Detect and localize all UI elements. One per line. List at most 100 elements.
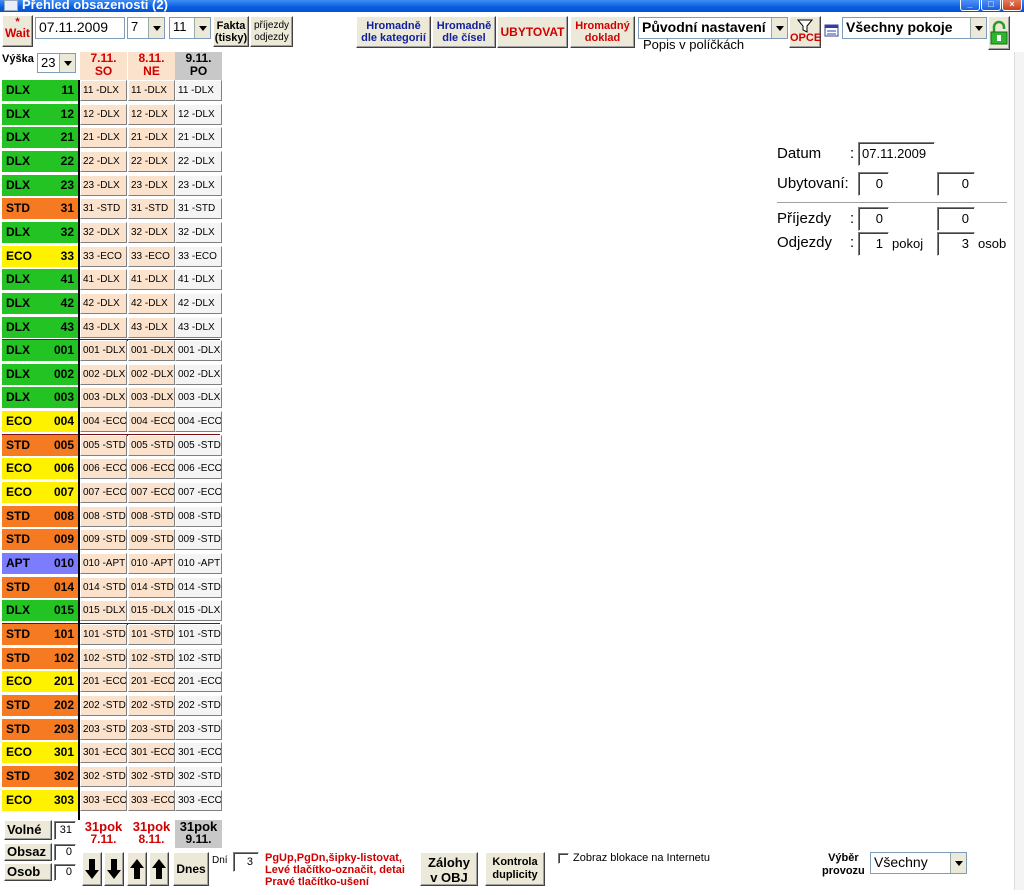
room-row-label[interactable]: STD 102 (2, 648, 78, 670)
arrow-up-button[interactable] (127, 852, 147, 886)
room-day-cell[interactable]: 43 -DLX (128, 317, 175, 338)
room-day-cell[interactable]: 11 -DLX (175, 80, 222, 101)
ubytovat-button[interactable]: UBYTOVAT (497, 16, 568, 48)
room-day-cell[interactable]: 006 -ECO (128, 458, 175, 479)
room-day-cell[interactable]: 22 -DLX (175, 151, 222, 172)
room-day-cell[interactable]: 41 -DLX (80, 269, 127, 290)
room-day-cell[interactable]: 12 -DLX (80, 104, 127, 125)
room-row-label[interactable]: DLX 12 (2, 104, 78, 126)
room-day-cell[interactable]: 33 -ECO (128, 246, 175, 267)
room-day-cell[interactable]: 21 -DLX (80, 127, 127, 148)
room-day-cell[interactable]: 203 -STD (80, 719, 127, 740)
room-day-cell[interactable]: 42 -DLX (128, 293, 175, 314)
lock-button[interactable] (988, 16, 1010, 50)
room-row-label[interactable]: DLX 003 (2, 387, 78, 409)
room-row-label[interactable]: DLX 32 (2, 222, 78, 244)
room-day-cell[interactable]: 014 -STD (175, 577, 222, 598)
room-day-cell[interactable]: 33 -ECO (175, 246, 222, 267)
arrow-up-2-button[interactable] (149, 852, 169, 886)
room-day-cell[interactable]: 201 -ECO (128, 671, 175, 692)
nastaveni-select[interactable]: Původní nastavení (638, 17, 788, 39)
room-day-cell[interactable]: 005 -STD (175, 435, 222, 456)
prijezdy-odjezdy-button[interactable]: příjezdy odjezdy (250, 16, 293, 47)
room-row-label[interactable]: DLX 11 (2, 80, 78, 102)
room-day-cell[interactable]: 302 -STD (128, 766, 175, 787)
osob-button[interactable]: Osob (4, 863, 52, 881)
room-day-cell[interactable]: 301 -ECO (175, 742, 222, 763)
room-day-cell[interactable]: 41 -DLX (175, 269, 222, 290)
room-day-cell[interactable]: 201 -ECO (175, 671, 222, 692)
room-day-cell[interactable]: 303 -ECO (128, 790, 175, 811)
room-row-label[interactable]: STD 009 (2, 529, 78, 551)
chevron-down-icon[interactable] (950, 853, 966, 873)
room-day-cell[interactable]: 003 -DLX (175, 387, 222, 408)
room-day-cell[interactable]: 202 -STD (175, 695, 222, 716)
room-day-cell[interactable]: 010 -APT (128, 553, 175, 574)
room-row-label[interactable]: DLX 001 (2, 340, 78, 362)
close-icon[interactable]: × (1002, 0, 1022, 11)
room-day-cell[interactable]: 008 -STD (175, 506, 222, 527)
room-day-cell[interactable]: 006 -ECO (80, 458, 127, 479)
room-day-cell[interactable]: 004 -ECO (80, 411, 127, 432)
room-day-cell[interactable]: 101 -STD (175, 624, 222, 645)
room-day-cell[interactable]: 003 -DLX (128, 387, 175, 408)
arrow-down-button[interactable] (82, 852, 102, 886)
provoz-select[interactable]: Všechny (870, 852, 967, 874)
room-day-cell[interactable]: 008 -STD (80, 506, 127, 527)
day-header[interactable]: 7.11. SO (80, 52, 127, 82)
room-day-cell[interactable]: 001 -DLX (175, 340, 222, 361)
hromadne-cisla-button[interactable]: Hromadně dle čísel (432, 16, 496, 48)
room-day-cell[interactable]: 003 -DLX (80, 387, 127, 408)
room-day-cell[interactable]: 11 -DLX (80, 80, 127, 101)
room-day-cell[interactable]: 303 -ECO (175, 790, 222, 811)
room-row-label[interactable]: ECO 201 (2, 671, 78, 693)
room-day-cell[interactable]: 002 -DLX (128, 364, 175, 385)
room-day-cell[interactable]: 33 -ECO (80, 246, 127, 267)
room-day-cell[interactable]: 302 -STD (80, 766, 127, 787)
room-day-cell[interactable]: 201 -ECO (80, 671, 127, 692)
maximize-icon[interactable]: □ (981, 0, 1001, 11)
room-row-label[interactable]: STD 008 (2, 506, 78, 528)
pokoje-select[interactable]: Všechny pokoje (842, 17, 987, 39)
room-day-cell[interactable]: 007 -ECO (128, 482, 175, 503)
room-day-cell[interactable]: 009 -STD (80, 529, 127, 550)
room-day-cell[interactable]: 102 -STD (80, 648, 127, 669)
dni-input[interactable]: 3 (233, 852, 259, 872)
room-day-cell[interactable]: 31 -STD (175, 198, 222, 219)
room-day-cell[interactable]: 22 -DLX (80, 151, 127, 172)
room-row-label[interactable]: DLX 23 (2, 175, 78, 197)
room-day-cell[interactable]: 202 -STD (80, 695, 127, 716)
room-day-cell[interactable]: 12 -DLX (128, 104, 175, 125)
room-row-label[interactable]: STD 202 (2, 695, 78, 717)
room-day-cell[interactable]: 21 -DLX (175, 127, 222, 148)
room-row-label[interactable]: APT 010 (2, 553, 78, 575)
room-day-cell[interactable]: 005 -STD (128, 435, 175, 456)
room-day-cell[interactable]: 001 -DLX (80, 340, 127, 361)
room-day-cell[interactable]: 42 -DLX (175, 293, 222, 314)
room-row-label[interactable]: ECO 303 (2, 790, 78, 812)
obsaz-button[interactable]: Obsaz (4, 843, 52, 861)
room-day-cell[interactable]: 43 -DLX (80, 317, 127, 338)
room-day-cell[interactable]: 303 -ECO (80, 790, 127, 811)
minimize-icon[interactable]: _ (960, 0, 980, 11)
room-day-cell[interactable]: 42 -DLX (80, 293, 127, 314)
room-day-cell[interactable]: 015 -DLX (128, 600, 175, 621)
chevron-down-icon[interactable] (970, 18, 986, 38)
room-day-cell[interactable]: 009 -STD (128, 529, 175, 550)
room-day-cell[interactable]: 004 -ECO (128, 411, 175, 432)
room-day-cell[interactable]: 22 -DLX (128, 151, 175, 172)
room-day-cell[interactable]: 302 -STD (175, 766, 222, 787)
room-row-label[interactable]: DLX 015 (2, 600, 78, 622)
room-row-label[interactable]: ECO 004 (2, 411, 78, 433)
room-day-cell[interactable]: 21 -DLX (128, 127, 175, 148)
room-row-label[interactable]: STD 005 (2, 435, 78, 457)
dnes-button[interactable]: Dnes (173, 852, 209, 886)
room-day-cell[interactable]: 11 -DLX (128, 80, 175, 101)
room-row-label[interactable]: DLX 002 (2, 364, 78, 386)
volne-button[interactable]: Volné (4, 820, 52, 840)
room-day-cell[interactable]: 101 -STD (80, 624, 127, 645)
room-row-label[interactable]: DLX 41 (2, 269, 78, 291)
room-row-label[interactable]: DLX 42 (2, 293, 78, 315)
room-day-cell[interactable]: 102 -STD (175, 648, 222, 669)
calendar-icon[interactable] (824, 22, 840, 38)
